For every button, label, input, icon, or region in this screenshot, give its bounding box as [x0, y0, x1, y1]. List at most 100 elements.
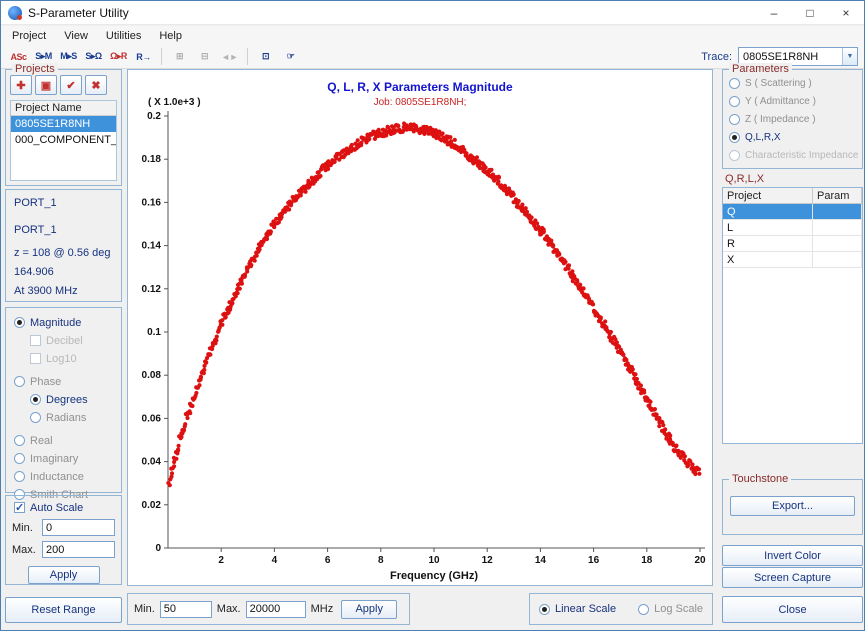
param-cell-param [813, 236, 862, 251]
window-controls: – □ × [756, 1, 864, 24]
close-button[interactable]: Close [722, 596, 863, 623]
option-label: Radians [46, 412, 86, 424]
freq-min-label: Min. [134, 603, 155, 615]
auto-scale-option[interactable]: Auto Scale [6, 501, 121, 514]
menu-item-project[interactable]: Project [3, 28, 55, 44]
param-table-header[interactable]: Param [813, 188, 862, 203]
table-remove-icon[interactable]: ⊟ [193, 47, 216, 67]
svg-text:0.18: 0.18 [142, 154, 162, 165]
export-button[interactable]: Export... [730, 496, 855, 516]
r-export-icon[interactable]: R→ [132, 47, 155, 67]
svg-text:0: 0 [155, 543, 161, 554]
y-axis-multiplier-label: ( X 1.0e+3 ) [148, 97, 201, 108]
svg-text:0.08: 0.08 [142, 370, 162, 381]
pan-hand-icon[interactable]: ☞ [279, 47, 302, 67]
port-info-panel: PORT_1PORT_1z = 108 @ 0.56 deg164.906At … [5, 189, 122, 302]
param-table-row[interactable]: X [723, 252, 862, 268]
param-table-body: QLRX [723, 204, 862, 268]
scale-max-input[interactable] [42, 541, 115, 558]
freq-apply-button[interactable]: Apply [341, 600, 397, 619]
axis-scale-option-log-scale[interactable]: Log Scale [638, 603, 703, 616]
chevron-down-icon[interactable]: ▼ [842, 48, 857, 65]
info-line: At 3900 MHz [14, 285, 121, 297]
scale-apply-button[interactable]: Apply [28, 566, 100, 584]
marker-arrows-icon[interactable]: ◄► [218, 47, 241, 67]
radio-icon [30, 394, 41, 405]
scale-panel: Auto Scale Min. Max. Apply [5, 495, 122, 585]
touchstone-panel: Touchstone Export... [722, 479, 863, 535]
svg-text:Frequency (GHz): Frequency (GHz) [390, 570, 478, 582]
axis-scale-option-linear-scale[interactable]: Linear Scale [539, 603, 616, 616]
display-option-magnitude[interactable]: Magnitude [6, 316, 121, 329]
param-cell-param [813, 204, 862, 219]
freq-unit-label: MHz [311, 603, 334, 615]
svg-text:0.04: 0.04 [142, 457, 162, 468]
checkbox-icon [30, 353, 41, 364]
info-line: z = 108 @ 0.56 deg [14, 247, 121, 259]
close-window-button[interactable]: × [828, 1, 864, 24]
display-option-degrees[interactable]: Degrees [6, 393, 121, 406]
display-option-real[interactable]: Real [6, 434, 121, 447]
reset-range-button[interactable]: Reset Range [5, 597, 122, 623]
project-name-column-header[interactable]: Project Name [11, 101, 116, 116]
parameter-option-z-impedance[interactable]: Z ( Impedance ) [723, 112, 862, 126]
parameters-group-label: Parameters [729, 63, 792, 75]
project-row[interactable]: 0805SE1R8NH [11, 116, 116, 132]
menu-item-help[interactable]: Help [150, 28, 191, 44]
option-label: Degrees [46, 394, 88, 406]
display-option-phase[interactable]: Phase [6, 375, 121, 388]
param-table-header[interactable]: Project [723, 188, 813, 203]
freq-max-label: Max. [217, 603, 241, 615]
parameter-option-q-l-r-x[interactable]: Q,L,R,X [723, 130, 862, 144]
param-table: ProjectParam QLRX [722, 187, 863, 444]
confirm-project-button[interactable]: ✔ [60, 75, 82, 95]
auto-scale-label: Auto Scale [30, 502, 83, 514]
svg-text:0.16: 0.16 [142, 197, 162, 208]
param-table-row[interactable]: Q [723, 204, 862, 220]
display-option-inductance[interactable]: Inductance [6, 470, 121, 483]
screen-capture-button[interactable]: Screen Capture [722, 567, 863, 588]
svg-text:0.06: 0.06 [142, 413, 162, 424]
project-row[interactable]: 000_COMPONENT_D.. [11, 132, 116, 148]
param-cell-project: X [723, 252, 813, 267]
add-project-button[interactable]: ✚ [10, 75, 32, 95]
scale-min-row: Min. [12, 519, 115, 536]
table-add-icon[interactable]: ⊞ [168, 47, 191, 67]
param-table-row[interactable]: R [723, 236, 862, 252]
projects-list: Project Name 0805SE1R8NH000_COMPONENT_D.… [10, 100, 117, 181]
freq-min-input[interactable] [160, 601, 212, 618]
parameter-option-s-scattering[interactable]: S ( Scattering ) [723, 76, 862, 90]
freq-max-input[interactable] [246, 601, 306, 618]
svg-text:0.02: 0.02 [142, 500, 162, 511]
menu-item-utilities[interactable]: Utilities [97, 28, 150, 44]
display-option-radians[interactable]: Radians [6, 411, 121, 424]
param-table-row[interactable]: L [723, 220, 862, 236]
mag-to-s-icon[interactable]: M▸S [57, 47, 80, 67]
display-option-log10: Log10 [6, 352, 121, 365]
delete-project-button[interactable]: ✖ [85, 75, 107, 95]
minimize-button[interactable]: – [756, 1, 792, 24]
chart-canvas[interactable]: 00.020.040.060.080.10.120.140.160.180.22… [128, 70, 712, 585]
menu-bar: ProjectViewUtilitiesHelp [1, 26, 864, 45]
s-to-impedance-icon[interactable]: S▸Ω [82, 47, 105, 67]
option-label: Real [30, 435, 53, 447]
impedance-to-r-icon[interactable]: Ω▸R [107, 47, 130, 67]
option-label: Log Scale [654, 603, 703, 615]
parameters-panel: Parameters S ( Scattering )Y ( Admittanc… [722, 69, 863, 169]
axis-scale-bar: Linear Scale Log Scale [529, 593, 713, 625]
parameter-option-y-admittance[interactable]: Y ( Admittance ) [723, 94, 862, 108]
zoom-select-icon[interactable]: ⊡ [254, 47, 277, 67]
frequency-range-bar: Min. Max. MHz Apply [127, 593, 410, 625]
scale-min-input[interactable] [42, 519, 115, 536]
maximize-button[interactable]: □ [792, 1, 828, 24]
radio-icon [14, 317, 25, 328]
svg-text:14: 14 [535, 555, 547, 566]
invert-color-button[interactable]: Invert Color [722, 545, 863, 566]
copy-project-button[interactable]: ▣ [35, 75, 57, 95]
info-line: PORT_1 [14, 224, 121, 236]
option-label: Imaginary [30, 453, 78, 465]
menu-item-view[interactable]: View [55, 28, 97, 44]
param-cell-project: L [723, 220, 813, 235]
display-option-imaginary[interactable]: Imaginary [6, 452, 121, 465]
svg-text:10: 10 [428, 555, 440, 566]
